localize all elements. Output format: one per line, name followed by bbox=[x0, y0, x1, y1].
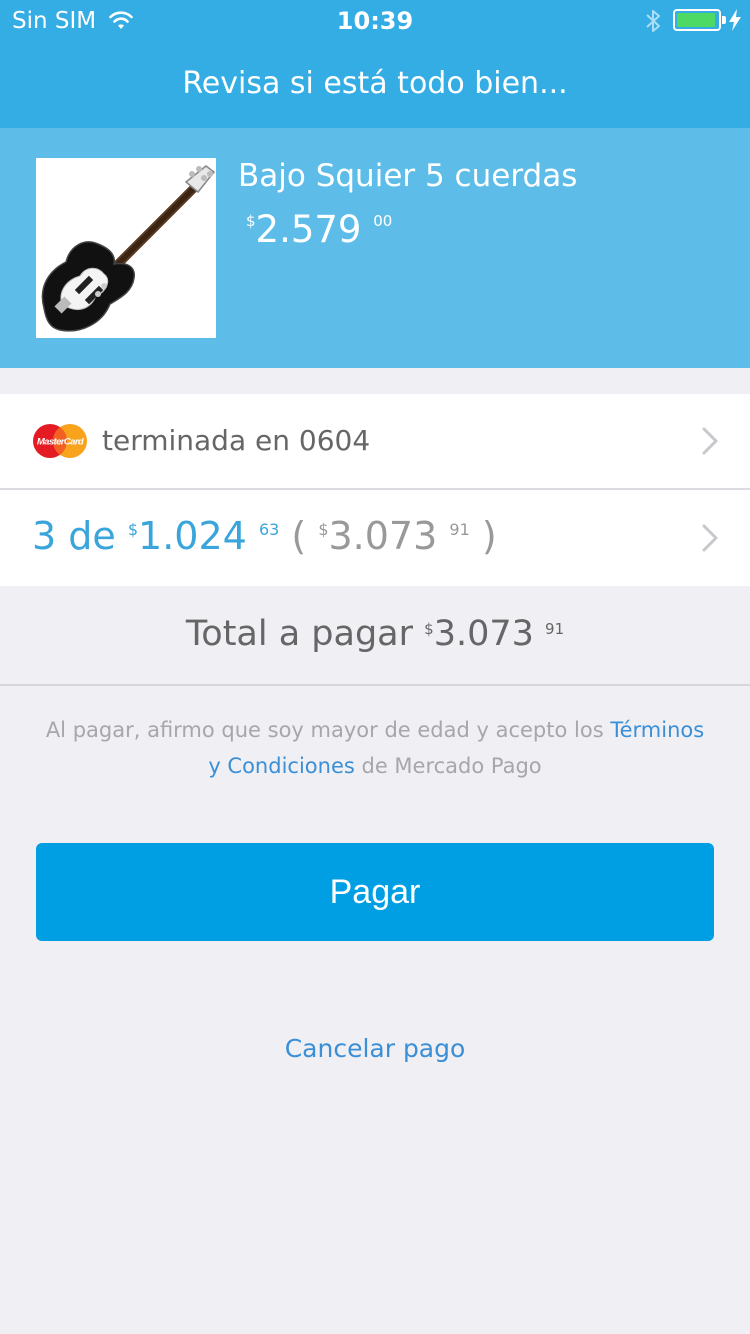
chevron-right-icon bbox=[702, 427, 718, 455]
nav-bar: Revisa si está todo bien... bbox=[0, 40, 750, 128]
battery-icon bbox=[673, 9, 721, 31]
installments-row[interactable]: 3 de $1.024 63 ( $3.073 91 ) bbox=[0, 490, 750, 586]
total-label: Total a pagar bbox=[185, 614, 414, 654]
clock: 10:39 bbox=[336, 7, 414, 35]
charging-bolt-icon bbox=[729, 9, 741, 31]
close-paren: ) bbox=[481, 514, 497, 558]
product-name: Bajo Squier 5 cuerdas bbox=[238, 158, 578, 194]
page-title: Revisa si está todo bien... bbox=[182, 66, 568, 101]
installment-currency: $ bbox=[127, 520, 139, 539]
bluetooth-icon bbox=[646, 10, 660, 32]
product-summary: Bajo Squier 5 cuerdas $2.579 00 bbox=[0, 128, 750, 368]
installments-total-currency: $ bbox=[318, 520, 329, 539]
open-paren: ( bbox=[291, 514, 307, 558]
installment-amount-integer: 1.024 bbox=[138, 514, 247, 558]
bass-guitar-image bbox=[41, 165, 216, 332]
pay-button[interactable]: Pagar bbox=[36, 843, 714, 941]
installments-total-integer: 3.073 bbox=[328, 514, 438, 558]
legal-prefix: Al pagar, afirmo que soy mayor de edad y… bbox=[45, 718, 611, 742]
total-row: Total a pagar $3.073 91 bbox=[0, 586, 750, 686]
total-amount-integer: 3.073 bbox=[433, 614, 534, 654]
total-amount-cents: 91 bbox=[545, 620, 565, 638]
installments-count: 3 de bbox=[32, 514, 116, 558]
mastercard-logo-icon: MasterCard bbox=[33, 424, 87, 458]
payment-method-row[interactable]: MasterCard terminada en 0604 bbox=[0, 394, 750, 488]
battery-tip bbox=[722, 16, 726, 24]
legal-text: Al pagar, afirmo que soy mayor de edad y… bbox=[40, 712, 710, 784]
total-currency: $ bbox=[424, 620, 434, 638]
product-image bbox=[36, 158, 216, 338]
installments-summary: 3 de $1.024 63 ( $3.073 91 ) bbox=[32, 514, 497, 558]
price-integer: 2.579 bbox=[255, 208, 362, 251]
legal-suffix: de Mercado Pago bbox=[354, 754, 542, 778]
status-bar: Sin SIM 10:39 bbox=[0, 0, 750, 40]
chevron-right-icon bbox=[702, 524, 718, 552]
currency-symbol: $ bbox=[246, 212, 256, 230]
installments-total-cents: 91 bbox=[449, 520, 470, 539]
product-price: $2.579 00 bbox=[246, 208, 392, 251]
total-summary: Total a pagar $3.073 91 bbox=[0, 614, 750, 654]
battery-level bbox=[677, 13, 715, 27]
cancel-payment-link[interactable]: Cancelar pago bbox=[0, 1034, 750, 1063]
price-cents: 00 bbox=[373, 212, 393, 230]
card-description: terminada en 0604 bbox=[102, 424, 371, 457]
svg-text:MasterCard: MasterCard bbox=[37, 437, 84, 448]
installment-amount-cents: 63 bbox=[258, 520, 280, 539]
